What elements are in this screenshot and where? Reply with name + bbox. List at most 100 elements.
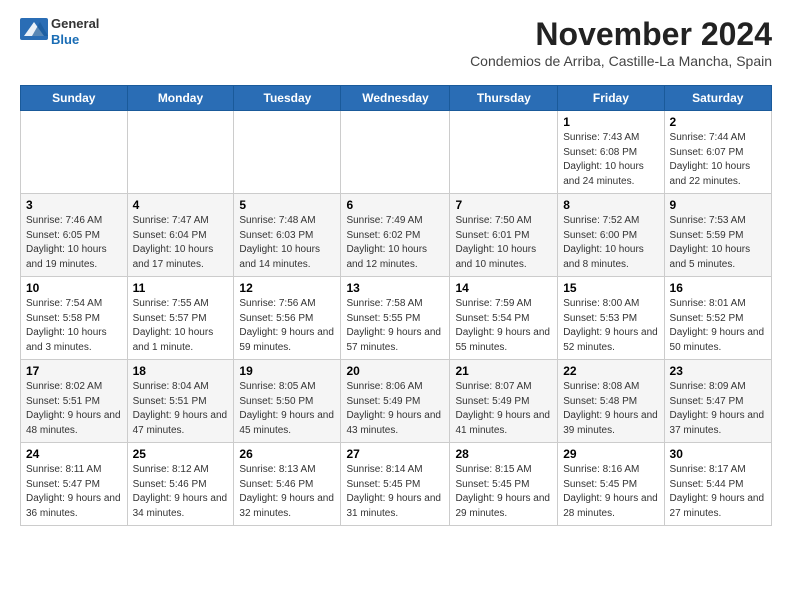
calendar-cell: [234, 111, 341, 194]
day-number: 26: [239, 447, 335, 461]
weekday-header-row: SundayMondayTuesdayWednesdayThursdayFrid…: [21, 86, 772, 111]
day-number: 14: [455, 281, 552, 295]
day-number: 30: [670, 447, 766, 461]
calendar-table: SundayMondayTuesdayWednesdayThursdayFrid…: [20, 85, 772, 526]
day-info: Sunrise: 8:07 AM Sunset: 5:49 PM Dayligh…: [455, 380, 552, 438]
calendar-cell: 30 Sunrise: 8:17 AM Sunset: 5:44 PM Dayli…: [664, 443, 771, 526]
day-number: 5: [239, 198, 335, 212]
weekday-header-wednesday: Wednesday: [341, 86, 450, 111]
calendar-cell: 22 Sunrise: 8:08 AM Sunset: 5:48 PM Dayli…: [558, 360, 664, 443]
calendar-week-4: 17Sunrise: 8:02 AM Sunset: 5:51 PM Dayli…: [21, 360, 772, 443]
day-info: Sunrise: 7:52 AM Sunset: 6:00 PM Dayligh…: [563, 214, 658, 272]
day-number: 11: [133, 281, 229, 295]
day-number: 10: [26, 281, 122, 295]
day-info: Sunrise: 8:09 AM Sunset: 5:47 PM Dayligh…: [670, 380, 766, 438]
calendar-cell: 12Sunrise: 7:56 AM Sunset: 5:56 PM Dayli…: [234, 277, 341, 360]
calendar-cell: 15 Sunrise: 8:00 AM Sunset: 5:53 PM Dayli…: [558, 277, 664, 360]
day-number: 1: [563, 115, 658, 129]
calendar-header: SundayMondayTuesdayWednesdayThursdayFrid…: [21, 86, 772, 111]
calendar-cell: 8 Sunrise: 7:52 AM Sunset: 6:00 PM Daylig…: [558, 194, 664, 277]
day-number: 4: [133, 198, 229, 212]
month-title: November 2024: [470, 16, 772, 53]
day-info: Sunrise: 8:16 AM Sunset: 5:45 PM Dayligh…: [563, 463, 658, 521]
day-info: Sunrise: 8:17 AM Sunset: 5:44 PM Dayligh…: [670, 463, 766, 521]
day-info: Sunrise: 8:08 AM Sunset: 5:48 PM Dayligh…: [563, 380, 658, 438]
calendar-cell: 2 Sunrise: 7:44 AM Sunset: 6:07 PM Daylig…: [664, 111, 771, 194]
day-number: 17: [26, 364, 122, 378]
day-info: Sunrise: 7:50 AM Sunset: 6:01 PM Dayligh…: [455, 214, 552, 272]
day-info: Sunrise: 8:04 AM Sunset: 5:51 PM Dayligh…: [133, 380, 229, 438]
calendar-cell: 10 Sunrise: 7:54 AM Sunset: 5:58 PM Dayli…: [21, 277, 128, 360]
day-info: Sunrise: 8:12 AM Sunset: 5:46 PM Dayligh…: [133, 463, 229, 521]
calendar-week-2: 3 Sunrise: 7:46 AM Sunset: 6:05 PM Daylig…: [21, 194, 772, 277]
calendar-cell: 26 Sunrise: 8:13 AM Sunset: 5:46 PM Dayli…: [234, 443, 341, 526]
calendar-cell: 11 Sunrise: 7:55 AM Sunset: 5:57 PM Dayli…: [127, 277, 234, 360]
day-info: Sunrise: 8:15 AM Sunset: 5:45 PM Dayligh…: [455, 463, 552, 521]
weekday-header-sunday: Sunday: [21, 86, 128, 111]
day-info: Sunrise: 7:53 AM Sunset: 5:59 PM Dayligh…: [670, 214, 766, 272]
day-info: Sunrise: 7:54 AM Sunset: 5:58 PM Dayligh…: [26, 297, 122, 355]
day-number: 29: [563, 447, 658, 461]
weekday-header-monday: Monday: [127, 86, 234, 111]
calendar-cell: 16 Sunrise: 8:01 AM Sunset: 5:52 PM Dayli…: [664, 277, 771, 360]
calendar-cell: 19Sunrise: 8:05 AM Sunset: 5:50 PM Dayli…: [234, 360, 341, 443]
day-info: Sunrise: 7:44 AM Sunset: 6:07 PM Dayligh…: [670, 131, 766, 189]
calendar-cell: 17Sunrise: 8:02 AM Sunset: 5:51 PM Dayli…: [21, 360, 128, 443]
calendar-cell: 1 Sunrise: 7:43 AM Sunset: 6:08 PM Daylig…: [558, 111, 664, 194]
day-info: Sunrise: 7:43 AM Sunset: 6:08 PM Dayligh…: [563, 131, 658, 189]
day-info: Sunrise: 7:55 AM Sunset: 5:57 PM Dayligh…: [133, 297, 229, 355]
day-info: Sunrise: 8:01 AM Sunset: 5:52 PM Dayligh…: [670, 297, 766, 355]
day-info: Sunrise: 7:59 AM Sunset: 5:54 PM Dayligh…: [455, 297, 552, 355]
day-number: 2: [670, 115, 766, 129]
calendar-week-5: 24Sunrise: 8:11 AM Sunset: 5:47 PM Dayli…: [21, 443, 772, 526]
calendar-cell: 9Sunrise: 7:53 AM Sunset: 5:59 PM Daylig…: [664, 194, 771, 277]
day-info: Sunrise: 7:46 AM Sunset: 6:05 PM Dayligh…: [26, 214, 122, 272]
location-title: Condemios de Arriba, Castille-La Mancha,…: [470, 53, 772, 69]
calendar-cell: [127, 111, 234, 194]
day-number: 19: [239, 364, 335, 378]
day-number: 13: [346, 281, 444, 295]
calendar-cell: [450, 111, 558, 194]
weekday-header-friday: Friday: [558, 86, 664, 111]
logo-general: General: [51, 16, 99, 32]
logo-blue: Blue: [51, 32, 99, 48]
calendar-cell: 7 Sunrise: 7:50 AM Sunset: 6:01 PM Daylig…: [450, 194, 558, 277]
day-number: 21: [455, 364, 552, 378]
day-info: Sunrise: 8:13 AM Sunset: 5:46 PM Dayligh…: [239, 463, 335, 521]
calendar-cell: 5 Sunrise: 7:48 AM Sunset: 6:03 PM Daylig…: [234, 194, 341, 277]
calendar-cell: 23 Sunrise: 8:09 AM Sunset: 5:47 PM Dayli…: [664, 360, 771, 443]
calendar-cell: 21 Sunrise: 8:07 AM Sunset: 5:49 PM Dayli…: [450, 360, 558, 443]
day-info: Sunrise: 8:00 AM Sunset: 5:53 PM Dayligh…: [563, 297, 658, 355]
calendar-cell: 29 Sunrise: 8:16 AM Sunset: 5:45 PM Dayli…: [558, 443, 664, 526]
weekday-header-saturday: Saturday: [664, 86, 771, 111]
day-number: 23: [670, 364, 766, 378]
calendar-cell: 20Sunrise: 8:06 AM Sunset: 5:49 PM Dayli…: [341, 360, 450, 443]
day-number: 15: [563, 281, 658, 295]
day-number: 3: [26, 198, 122, 212]
calendar-cell: 25Sunrise: 8:12 AM Sunset: 5:46 PM Dayli…: [127, 443, 234, 526]
day-info: Sunrise: 7:56 AM Sunset: 5:56 PM Dayligh…: [239, 297, 335, 355]
day-info: Sunrise: 7:58 AM Sunset: 5:55 PM Dayligh…: [346, 297, 444, 355]
calendar-cell: 3 Sunrise: 7:46 AM Sunset: 6:05 PM Daylig…: [21, 194, 128, 277]
day-number: 7: [455, 198, 552, 212]
calendar-week-1: 1 Sunrise: 7:43 AM Sunset: 6:08 PM Daylig…: [21, 111, 772, 194]
calendar-body: 1 Sunrise: 7:43 AM Sunset: 6:08 PM Daylig…: [21, 111, 772, 526]
calendar-cell: 18Sunrise: 8:04 AM Sunset: 5:51 PM Dayli…: [127, 360, 234, 443]
weekday-header-thursday: Thursday: [450, 86, 558, 111]
calendar-cell: 13 Sunrise: 7:58 AM Sunset: 5:55 PM Dayli…: [341, 277, 450, 360]
day-number: 16: [670, 281, 766, 295]
day-info: Sunrise: 7:49 AM Sunset: 6:02 PM Dayligh…: [346, 214, 444, 272]
calendar-cell: 4Sunrise: 7:47 AM Sunset: 6:04 PM Daylig…: [127, 194, 234, 277]
day-number: 27: [346, 447, 444, 461]
logo: General Blue: [20, 16, 99, 47]
calendar-cell: 28 Sunrise: 8:15 AM Sunset: 5:45 PM Dayli…: [450, 443, 558, 526]
day-number: 28: [455, 447, 552, 461]
day-number: 8: [563, 198, 658, 212]
calendar-cell: 14 Sunrise: 7:59 AM Sunset: 5:54 PM Dayli…: [450, 277, 558, 360]
calendar-cell: [21, 111, 128, 194]
day-number: 22: [563, 364, 658, 378]
day-info: Sunrise: 8:14 AM Sunset: 5:45 PM Dayligh…: [346, 463, 444, 521]
day-info: Sunrise: 7:48 AM Sunset: 6:03 PM Dayligh…: [239, 214, 335, 272]
day-number: 6: [346, 198, 444, 212]
calendar-cell: 24Sunrise: 8:11 AM Sunset: 5:47 PM Dayli…: [21, 443, 128, 526]
